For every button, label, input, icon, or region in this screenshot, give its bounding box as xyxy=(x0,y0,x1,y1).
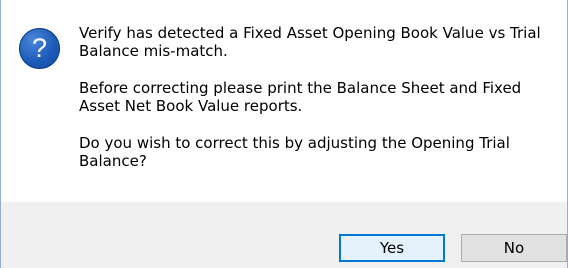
dialog-button-bar: Yes No xyxy=(1,202,567,268)
svg-text:?: ? xyxy=(32,33,47,63)
dialog-content: ? Verify has detected a Fixed Asset Open… xyxy=(1,0,567,202)
message-line-3: Do you wish to correct this by adjusting… xyxy=(79,134,510,170)
message-line-2: Before correcting please print the Balan… xyxy=(79,79,522,115)
dialog-message: Verify has detected a Fixed Asset Openin… xyxy=(79,24,549,189)
message-dialog: ? Verify has detected a Fixed Asset Open… xyxy=(0,0,568,268)
question-mark-glyph: ? xyxy=(32,33,47,63)
no-button[interactable]: No xyxy=(461,234,567,262)
question-icon: ? xyxy=(19,28,60,69)
message-line-1: Verify has detected a Fixed Asset Openin… xyxy=(79,24,541,60)
yes-button[interactable]: Yes xyxy=(339,234,445,262)
